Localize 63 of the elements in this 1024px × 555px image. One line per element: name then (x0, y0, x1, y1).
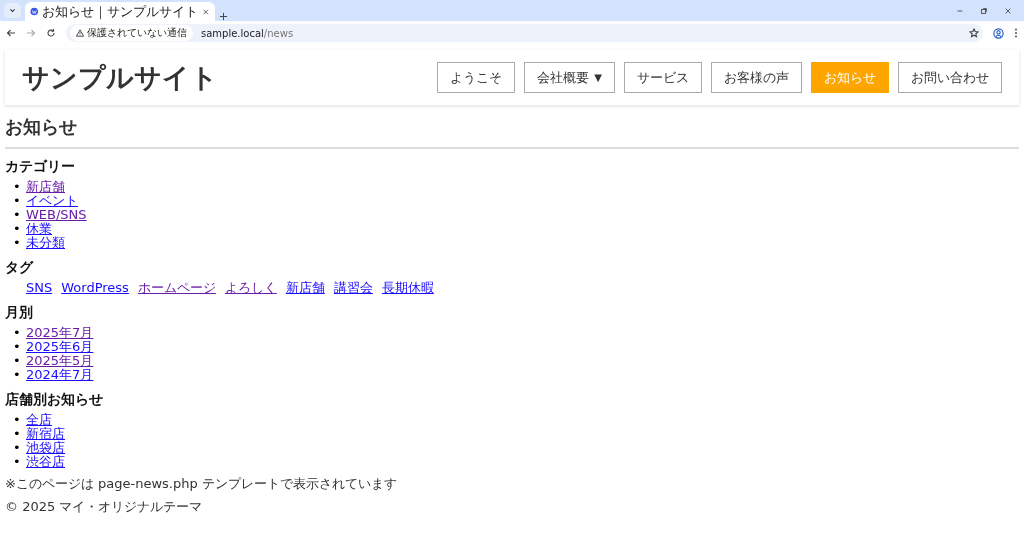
section-heading: 店舗別お知らせ (5, 391, 104, 409)
bullet: • (13, 236, 18, 250)
tag-link[interactable]: 講習会 (333, 281, 373, 295)
link[interactable]: 新店舗 (26, 180, 65, 194)
tag-link[interactable]: よろしく (224, 281, 277, 295)
link[interactable]: 新宿店 (26, 427, 65, 441)
tag-link[interactable]: WordPress (61, 281, 129, 295)
link[interactable]: 2025年5月 (26, 354, 94, 368)
bullet: • (13, 180, 18, 194)
site-title[interactable]: サンプルサイト (22, 59, 218, 96)
bullet: • (13, 194, 18, 208)
back-arrow-icon[interactable] (6, 28, 16, 38)
link[interactable]: WEB/SNS (26, 208, 87, 222)
tag-link[interactable]: 新店舗 (285, 281, 325, 295)
close-icon[interactable] (1004, 6, 1012, 15)
tab-title: お知らせ｜サンプルサイト (42, 2, 199, 21)
section-heading: タグ (5, 259, 35, 277)
bullet: • (13, 368, 18, 382)
bullet: • (13, 455, 18, 469)
bullet: • (13, 208, 18, 222)
bullet: • (13, 354, 18, 368)
star-icon[interactable] (969, 28, 979, 38)
restore-icon[interactable] (980, 6, 988, 15)
address-bar[interactable]: 保護されていない通信 sample.local/news (66, 24, 983, 42)
close-icon[interactable] (202, 7, 210, 16)
tag-link[interactable]: SNS (26, 281, 53, 295)
nav-button[interactable]: ようこそ (437, 62, 516, 93)
bullet: • (13, 326, 18, 340)
nav-button[interactable]: お問い合わせ (898, 62, 1002, 93)
copyright-text: © 2025 マイ・オリジナルテーマ (5, 498, 204, 516)
link[interactable]: 全店 (26, 413, 52, 427)
page-title: お知らせ (5, 115, 1019, 149)
profile-icon[interactable] (993, 27, 1004, 39)
wordpress-logo-icon (30, 7, 39, 16)
bullet: • (13, 427, 18, 441)
section-heading: カテゴリー (5, 158, 76, 176)
more-menu-icon[interactable] (1014, 28, 1018, 38)
nav-button[interactable]: サービス (624, 62, 702, 93)
reload-icon[interactable] (46, 28, 56, 38)
link[interactable]: 池袋店 (26, 441, 65, 455)
template-note: ※このページは page-news.php テンプレートで表示されています (5, 475, 398, 493)
security-chip[interactable]: 保護されていない通信 (70, 25, 193, 41)
warning-icon (76, 29, 84, 37)
bullet: • (13, 441, 18, 455)
link[interactable]: 休業 (26, 222, 52, 236)
tag-link[interactable]: ホームページ (137, 281, 216, 295)
link[interactable]: 渋谷店 (26, 455, 65, 469)
tag-link[interactable]: 長期休暇 (381, 281, 434, 295)
bullet: • (13, 222, 18, 236)
nav-button[interactable]: 会社概要 ▼ (524, 62, 615, 93)
link[interactable]: 未分類 (26, 236, 65, 250)
bullet: • (13, 340, 18, 354)
link[interactable]: イベント (26, 194, 78, 208)
link[interactable]: 2025年6月 (26, 340, 94, 354)
chevron-down-icon (9, 7, 16, 14)
link[interactable]: 2024年7月 (26, 368, 94, 382)
new-tab-icon[interactable] (219, 12, 228, 21)
link[interactable]: 2025年7月 (26, 326, 94, 340)
browser-tab[interactable]: お知らせ｜サンプルサイト (25, 2, 215, 21)
nav-button[interactable]: お客様の声 (711, 62, 802, 93)
url-text: sample.local/news (201, 27, 294, 39)
bullet: • (13, 413, 18, 427)
section-heading: 月別 (5, 304, 34, 322)
